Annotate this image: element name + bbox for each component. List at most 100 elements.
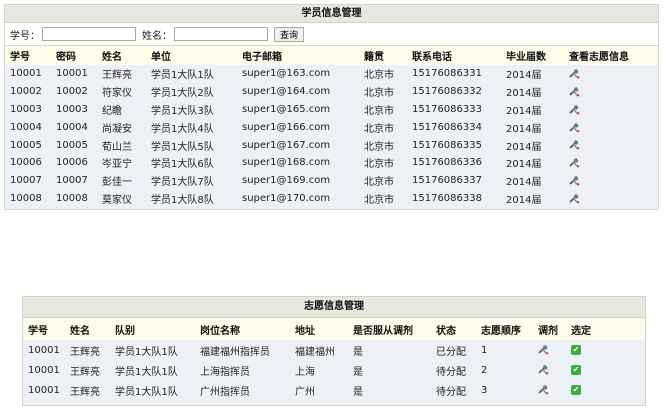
table-cell: 尚凝安 (102, 123, 132, 135)
table-cell: 15176086332 (412, 86, 482, 98)
tools-icon[interactable] (569, 86, 580, 97)
search-button[interactable]: 查询 (274, 26, 305, 42)
table-cell: 王辉亮 (70, 386, 100, 398)
table-cell: 2014届 (506, 194, 542, 206)
table-cell: super1@166.com (242, 121, 331, 133)
tools-icon[interactable] (569, 69, 580, 80)
table-cell: 2014届 (506, 177, 542, 189)
tools-icon[interactable] (569, 158, 580, 169)
volunteer-row: 10001 王辉亮 学员1大队1队 上海指挥员 上海 是 待分配 2 ✔ (23, 360, 645, 380)
column-header: 联系电话 (407, 46, 501, 65)
table-cell: 15176086337 (412, 175, 482, 187)
view-volunteer-cell (564, 154, 658, 172)
table-cell: 北京市 (364, 123, 394, 135)
table-cell: 10006 (10, 157, 42, 169)
student-row: 10008 10008 莫家仪 学员1大队8队 super1@170.com 北京市 151… (5, 190, 658, 208)
view-volunteer-cell (564, 65, 658, 83)
view-volunteer-cell (564, 101, 658, 119)
student-panel-title: 学员信息管理 (5, 5, 658, 23)
checkmark-icon[interactable]: ✔ (571, 344, 581, 355)
table-cell: 10004 (56, 121, 88, 133)
table-cell: 北京市 (364, 159, 394, 171)
table-cell: 10008 (10, 192, 42, 204)
column-header: 密码 (51, 46, 97, 65)
table-cell: 2014届 (506, 123, 542, 135)
table-cell: 已分配 (436, 346, 466, 358)
column-header: 调剂 (533, 318, 566, 340)
student-table-body: 10001 10001 王辉亮 学员1大队1队 super1@163.com 北京市 151… (5, 65, 658, 207)
table-cell: 10006 (56, 157, 88, 169)
table-cell: 是 (353, 366, 363, 378)
table-cell: 10002 (10, 86, 42, 98)
adjust-cell (533, 380, 566, 400)
table-cell: 广州 (295, 386, 315, 398)
volunteer-table: 学号 姓名 队别 岗位名称 地址 是否服从调剂 状态 志愿顺序 调剂 选定 10001 王辉亮 学员1… (23, 318, 645, 400)
table-cell: super1@164.com (242, 86, 331, 98)
table-cell: 学员1大队1队 (115, 386, 178, 398)
table-cell: 学员1大队3队 (151, 105, 214, 117)
table-cell: 莫家仪 (102, 194, 132, 206)
volunteer-table-body: 10001 王辉亮 学员1大队1队 福建福州指挥员 福建福州是已分配 1 ✔ 10001 王辉亮… (23, 340, 645, 400)
adjust-cell (533, 340, 566, 360)
table-cell: 2014届 (506, 70, 542, 82)
column-header: 岗位名称 (195, 318, 290, 340)
column-header: 状态 (431, 318, 476, 340)
table-cell: 岑亚宁 (102, 159, 132, 171)
column-header: 地址 (290, 318, 348, 340)
table-cell: super1@167.com (242, 139, 331, 151)
tools-icon[interactable] (538, 365, 549, 376)
table-cell: 学员1大队7队 (151, 177, 214, 189)
table-cell: 是 (353, 386, 363, 398)
tools-icon[interactable] (569, 122, 580, 133)
column-header: 电子邮箱 (237, 46, 359, 65)
tools-icon[interactable] (569, 175, 580, 186)
student-id-label: 学号： (10, 30, 40, 42)
table-cell: 王辉亮 (70, 366, 100, 378)
tools-icon[interactable] (569, 193, 580, 204)
volunteer-table-header: 学号 姓名 队别 岗位名称 地址 是否服从调剂 状态 志愿顺序 调剂 选定 (23, 318, 645, 340)
column-header: 毕业届数 (501, 46, 564, 65)
table-cell: 北京市 (364, 70, 394, 82)
view-volunteer-cell (564, 172, 658, 190)
tools-icon[interactable] (538, 385, 549, 396)
checkmark-icon[interactable]: ✔ (571, 364, 581, 375)
table-cell: 10004 (10, 121, 42, 133)
table-cell: 学员1大队8队 (151, 194, 214, 206)
checkmark-icon[interactable]: ✔ (571, 384, 581, 395)
table-cell: 北京市 (364, 177, 394, 189)
table-cell: 待分配 (436, 366, 466, 378)
tools-icon[interactable] (569, 104, 580, 115)
table-cell: 是 (353, 346, 363, 358)
table-cell: 10001 (10, 68, 42, 80)
student-row: 10005 10005 荀山兰 学员1大队5队 super1@167.com 北京市 151… (5, 136, 658, 154)
table-cell: 10003 (56, 103, 88, 115)
table-cell: 15176086336 (412, 157, 482, 169)
table-cell: 2014届 (506, 88, 542, 100)
table-cell: 学员1大队5队 (151, 141, 214, 153)
table-cell: 10001 (28, 384, 60, 396)
volunteer-row: 10001 王辉亮 学员1大队1队 广州指挥员 广州 是 待分配 3 ✔ (23, 380, 645, 400)
table-cell: 学员1大队6队 (151, 159, 214, 171)
table-cell: 福建福州指挥员 (200, 346, 270, 358)
table-cell: 纪瞻 (102, 105, 122, 117)
view-volunteer-cell (564, 118, 658, 136)
student-id-input[interactable] (42, 27, 136, 41)
table-cell: 10001 (28, 364, 60, 376)
table-cell: 10001 (28, 344, 60, 356)
table-cell: 1 (481, 344, 488, 356)
select-cell: ✔ (566, 340, 645, 360)
column-header: 是否服从调剂 (348, 318, 431, 340)
column-header: 队别 (110, 318, 195, 340)
table-cell: 学员1大队1队 (115, 366, 178, 378)
table-cell: 符家仪 (102, 88, 132, 100)
adjust-cell (533, 360, 566, 380)
tools-icon[interactable] (538, 345, 549, 356)
table-cell: 上海 (295, 366, 315, 378)
table-cell: 北京市 (364, 194, 394, 206)
column-header: 姓名 (65, 318, 110, 340)
column-header: 学号 (5, 46, 51, 65)
student-name-input[interactable] (174, 27, 268, 41)
table-cell: 10007 (56, 175, 88, 187)
table-cell: 2 (481, 364, 488, 376)
tools-icon[interactable] (569, 140, 580, 151)
